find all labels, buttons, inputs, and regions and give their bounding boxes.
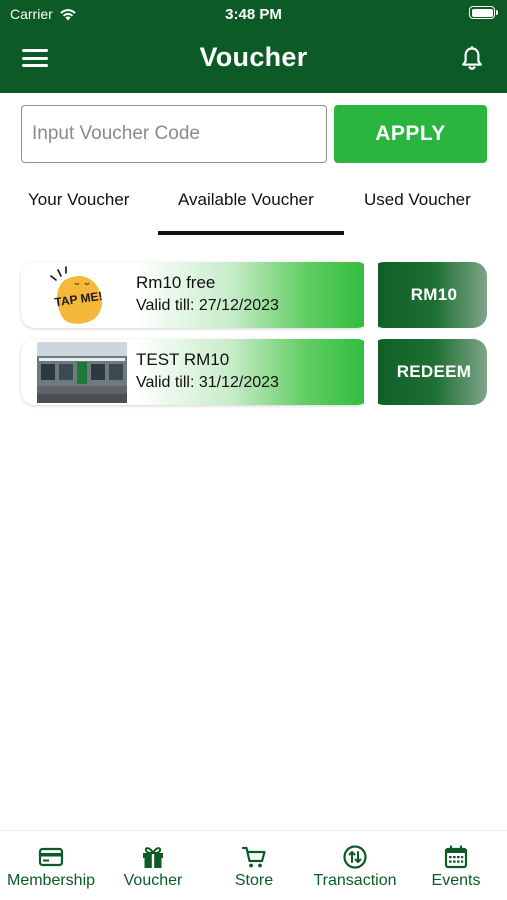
status-time: 3:48 PM [225, 6, 282, 23]
voucher-action-label: RM10 [410, 285, 458, 304]
voucher-divider [364, 262, 378, 328]
nav-item-store[interactable]: Store [204, 844, 304, 890]
gift-icon [143, 847, 163, 868]
calendar-icon [444, 845, 468, 869]
app-header: Carrier 3:48 PM Voucher [0, 0, 507, 93]
voucher-divider [364, 339, 378, 405]
nav-item-membership[interactable]: Membership [1, 844, 101, 890]
nav-item-events[interactable]: Events [406, 844, 506, 890]
shopping-cart-icon [241, 846, 266, 868]
voucher-card-body[interactable]: TAP ME! Rm10 free Valid till: 27/12/2023 [21, 262, 371, 328]
voucher-card-body[interactable]: TEST RM10 Valid till: 31/12/2023 [21, 339, 371, 405]
tab-used-voucher[interactable]: Used Voucher [364, 190, 471, 210]
tap-me-mascot-image: TAP ME! [50, 266, 103, 324]
voucher-action-button[interactable]: REDEEM [370, 339, 487, 405]
tab-your-voucher[interactable]: Your Voucher [28, 190, 129, 210]
bell-icon[interactable] [457, 44, 487, 74]
voucher-code-input[interactable] [21, 105, 327, 163]
apply-button[interactable]: APPLY [334, 105, 487, 163]
nav-item-transaction[interactable]: Transaction [305, 844, 405, 890]
nav-label: Store [234, 872, 274, 889]
voucher-title: TEST RM10 [136, 350, 230, 369]
battery-icon [469, 6, 498, 19]
page-title: Voucher [199, 42, 308, 72]
status-bar: Carrier 3:48 PM [0, 0, 507, 28]
nav-item-voucher[interactable]: Voucher [103, 844, 203, 890]
voucher-validity: Valid till: 27/12/2023 [136, 297, 279, 314]
bottom-navigation: Membership Voucher Store Transaction Eve… [0, 830, 507, 900]
voucher-tabs: Your Voucher Available Voucher Used Vouc… [0, 180, 507, 236]
active-tab-indicator [158, 231, 344, 235]
storefront-photo [37, 342, 127, 403]
voucher-title: Rm10 free [136, 273, 216, 292]
nav-label: Transaction [313, 872, 397, 889]
nav-label: Events [431, 872, 481, 889]
voucher-card[interactable]: TEST RM10 Valid till: 31/12/2023 REDEEM [21, 339, 487, 405]
membership-card-icon [38, 847, 64, 867]
voucher-action-label: REDEEM [396, 362, 472, 381]
tab-available-voucher[interactable]: Available Voucher [178, 190, 314, 210]
voucher-action-button[interactable]: RM10 [370, 262, 487, 328]
voucher-card[interactable]: TAP ME! Rm10 free Valid till: 27/12/2023… [21, 262, 487, 328]
nav-label: Voucher [123, 872, 183, 889]
voucher-validity: Valid till: 31/12/2023 [136, 374, 279, 391]
nav-label: Membership [6, 872, 96, 889]
transaction-arrows-icon [343, 845, 367, 869]
